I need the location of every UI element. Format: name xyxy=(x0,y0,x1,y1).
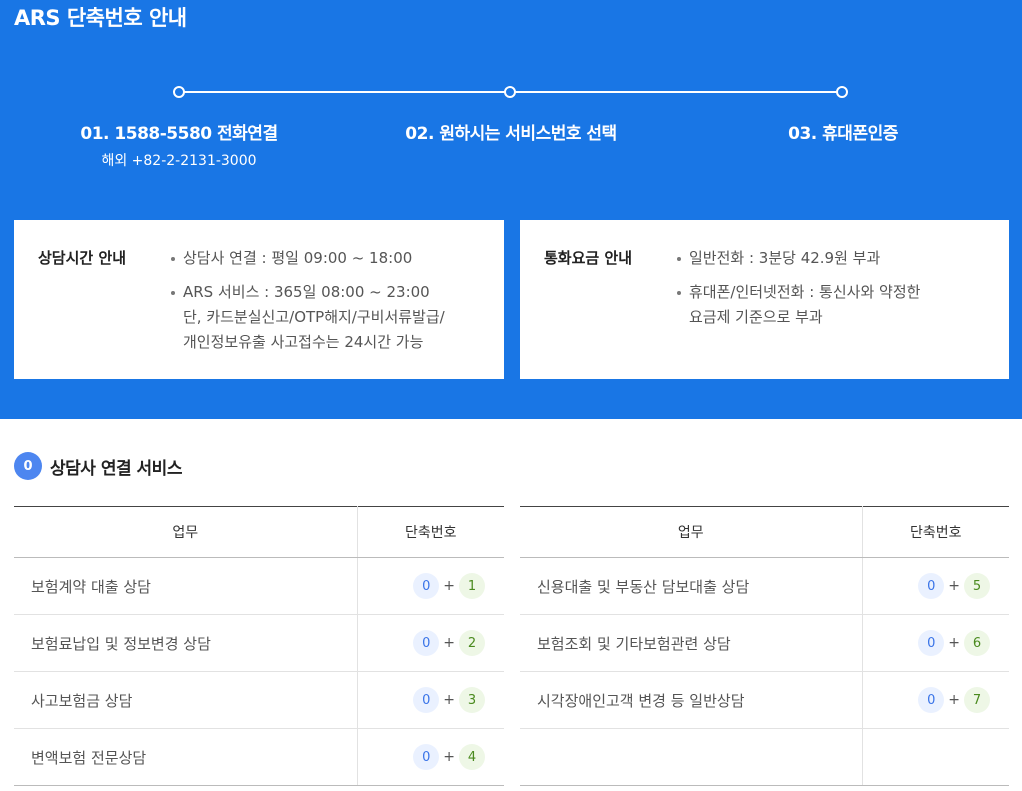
plus-sign: + xyxy=(443,692,455,708)
task-cell: 신용대출 및 부동산 담보대출 상담 xyxy=(520,557,862,615)
prefix-key: 0 xyxy=(918,630,945,656)
plus-sign: + xyxy=(443,635,455,651)
service-table-right: 업무 단축번호 신용대출 및 부동산 담보대출 상담 0 +5 보험조회 및 기타… xyxy=(520,506,1009,786)
step-3-dot xyxy=(836,86,848,98)
table-header-row: 업무 단축번호 xyxy=(520,506,1009,558)
code-cell: 0 +1 xyxy=(356,557,504,615)
column-header-code: 단축번호 xyxy=(356,506,504,558)
number-key: 6 xyxy=(964,630,990,656)
table-row-empty xyxy=(520,728,1009,786)
number-key: 7 xyxy=(964,687,990,713)
code-cell: 0 +7 xyxy=(861,671,1009,729)
prefix-key: 0 xyxy=(413,630,440,656)
step-3-label: 03. 휴대폰인증 xyxy=(788,124,898,144)
number-key: 1 xyxy=(459,573,485,599)
prefix-key: 0 xyxy=(918,687,945,713)
step-1-label: 01. 1588-5580 전화연결 xyxy=(80,124,278,144)
step-2-dot xyxy=(504,86,516,98)
plus-sign: + xyxy=(443,578,455,594)
code-cell: 0 +3 xyxy=(356,671,504,729)
task-cell: 보험조회 및 기타보험관련 상담 xyxy=(520,614,862,672)
step-1-dot xyxy=(173,86,185,98)
consult-hours-title: 상담시간 안내 xyxy=(38,249,127,267)
plus-sign: + xyxy=(948,578,960,594)
code-cell: 0 +6 xyxy=(861,614,1009,672)
prefix-key: 0 xyxy=(413,744,440,770)
number-key: 5 xyxy=(964,573,990,599)
table-header-row: 업무 단축번호 xyxy=(14,506,504,558)
ars-hero-banner: ARS 단축번호 안내 01. 1588-5580 전화연결 해외 +82-2-… xyxy=(0,0,1022,419)
consult-hours-list: 상담사 연결 : 평일 09:00 ~ 18:00 ARS 서비스 : 365일… xyxy=(169,246,445,364)
number-key: 2 xyxy=(459,630,485,656)
code-cell: 0 +2 xyxy=(356,614,504,672)
number-key: 4 xyxy=(459,744,485,770)
prefix-key: 0 xyxy=(413,573,440,599)
step-1-overseas-number: 해외 +82-2-2131-3000 xyxy=(101,153,257,169)
column-header-code: 단축번호 xyxy=(861,506,1009,558)
task-cell: 시각장애인고객 변경 등 일반상담 xyxy=(520,671,862,729)
plus-sign: + xyxy=(443,749,455,765)
table-row: 보험료납입 및 정보변경 상담 0 +2 xyxy=(14,614,504,672)
task-cell: 보험료납입 및 정보변경 상담 xyxy=(14,614,357,672)
page-title: ARS 단축번호 안내 xyxy=(14,6,187,30)
section-number-badge: 0 xyxy=(14,452,42,480)
task-cell: 보험계약 대출 상담 xyxy=(14,557,357,615)
number-key: 3 xyxy=(459,687,485,713)
service-table-left: 업무 단축번호 보험계약 대출 상담 0 +1 보험료납입 및 정보변경 상담 0… xyxy=(14,506,504,786)
call-fee-card: 통화요금 안내 일반전화 : 3분당 42.9원 부과 휴대폰/인터넷전화 : … xyxy=(520,220,1009,379)
consult-hours-item: 상담사 연결 : 평일 09:00 ~ 18:00 xyxy=(169,246,445,271)
empty-cell xyxy=(520,728,862,786)
column-header-task: 업무 xyxy=(520,506,862,558)
plus-sign: + xyxy=(948,635,960,651)
plus-sign: + xyxy=(948,692,960,708)
step-2-label: 02. 원하시는 서비스번호 선택 xyxy=(405,124,617,144)
call-fee-list: 일반전화 : 3분당 42.9원 부과 휴대폰/인터넷전화 : 통신사와 약정한… xyxy=(675,246,920,339)
section-title: 상담사 연결 서비스 xyxy=(50,458,182,479)
code-cell: 0 +4 xyxy=(356,728,504,786)
table-row: 보험조회 및 기타보험관련 상담 0 +6 xyxy=(520,614,1009,672)
call-fee-item: 일반전화 : 3분당 42.9원 부과 xyxy=(675,246,920,271)
table-row: 보험계약 대출 상담 0 +1 xyxy=(14,557,504,615)
consult-hours-item: ARS 서비스 : 365일 08:00 ~ 23:00 단, 카드분실신고/OT… xyxy=(169,280,445,355)
column-header-task: 업무 xyxy=(14,506,357,558)
code-cell: 0 +5 xyxy=(861,557,1009,615)
task-cell: 사고보험금 상담 xyxy=(14,671,357,729)
task-cell: 변액보험 전문상담 xyxy=(14,728,357,786)
table-row: 사고보험금 상담 0 +3 xyxy=(14,671,504,729)
consult-hours-card: 상담시간 안내 상담사 연결 : 평일 09:00 ~ 18:00 ARS 서비… xyxy=(14,220,504,379)
empty-cell xyxy=(861,728,1009,786)
table-row: 시각장애인고객 변경 등 일반상담 0 +7 xyxy=(520,671,1009,729)
table-row: 신용대출 및 부동산 담보대출 상담 0 +5 xyxy=(520,557,1009,615)
section-heading: 0 상담사 연결 서비스 xyxy=(14,452,182,480)
prefix-key: 0 xyxy=(918,573,945,599)
call-fee-item: 휴대폰/인터넷전화 : 통신사와 약정한 요금제 기준으로 부과 xyxy=(675,280,920,330)
call-fee-title: 통화요금 안내 xyxy=(544,249,633,267)
prefix-key: 0 xyxy=(413,687,440,713)
table-row: 변액보험 전문상담 0 +4 xyxy=(14,728,504,786)
